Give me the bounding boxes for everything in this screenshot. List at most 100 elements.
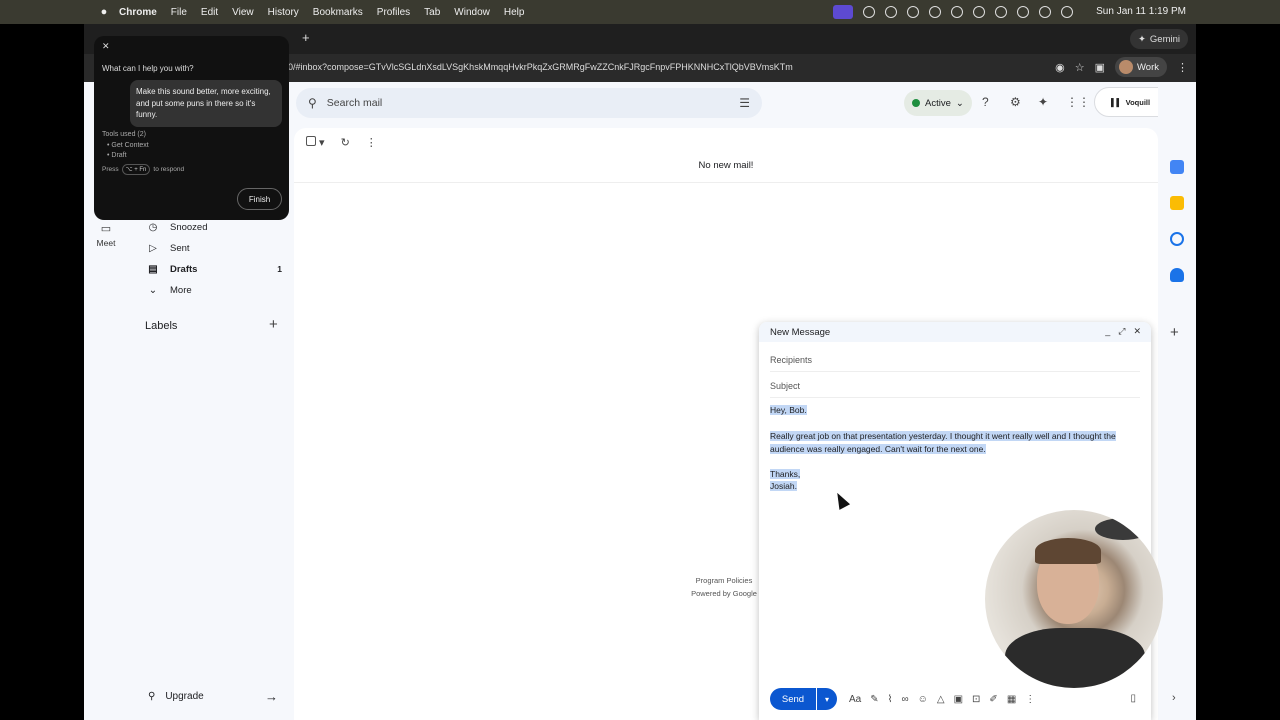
contacts-icon[interactable]: [1170, 268, 1184, 282]
search-input[interactable]: Search mail: [327, 97, 382, 109]
upgrade-button[interactable]: ⚲ Upgrade →: [148, 689, 278, 704]
badge-icon: ⚲: [148, 691, 156, 702]
menu-window[interactable]: Window: [454, 7, 490, 18]
tools-used: Tools used (2) • Get Context • Draft: [102, 130, 149, 162]
more-options-icon[interactable]: ⋮: [1025, 694, 1035, 705]
divider: [294, 182, 1158, 183]
screen: ● Chrome File Edit View History Bookmark…: [0, 0, 1280, 720]
upgrade-label: Upgrade: [165, 691, 204, 702]
emoji-icon[interactable]: ☺: [918, 694, 928, 705]
ceiling-lamp: [1095, 518, 1151, 540]
menu-help[interactable]: Help: [504, 7, 525, 18]
compose-header[interactable]: New Message _ ⤢ ✕: [759, 322, 1151, 342]
close-icon[interactable]: ✕: [1133, 326, 1141, 337]
gemini-button[interactable]: ✦ Gemini: [1129, 29, 1188, 49]
popup-question: What can I help you with?: [102, 64, 194, 73]
trash-icon[interactable]: ▯: [1130, 693, 1136, 704]
status-dot: [912, 99, 920, 107]
refresh-icon[interactable]: ↻: [341, 136, 350, 149]
account-brand: Voquill: [1125, 97, 1151, 107]
wifi-icon[interactable]: [1017, 6, 1029, 18]
add-label-icon[interactable]: +: [269, 316, 278, 333]
select-all-checkbox[interactable]: ▾: [306, 136, 325, 149]
menu-profiles[interactable]: Profiles: [377, 7, 410, 18]
compose-toolbar: Send ▾ Aa ✎ ⌇ ∞ ☺ △ ▣ ⊡ ✐ ▦ ⋮ ▯: [770, 688, 1142, 710]
sidebar-item-label: Sent: [170, 242, 190, 254]
eye-icon[interactable]: ◉: [1055, 61, 1065, 74]
clock-icon: ◷: [148, 221, 158, 233]
sidebar-item-more[interactable]: ⌄ More: [128, 280, 288, 300]
finish-button[interactable]: Finish: [237, 188, 282, 210]
attach-icon[interactable]: ⌇: [888, 694, 893, 705]
empty-inbox-message: No new mail!: [698, 160, 754, 171]
profile-chip[interactable]: Work: [1115, 57, 1167, 77]
url-text[interactable]: 0/#inbox?compose=GTvVlcSGLdnXsdLVSgKhskM…: [288, 62, 793, 72]
menu-edit[interactable]: Edit: [201, 7, 218, 18]
more-options-icon[interactable]: ⋮: [366, 136, 377, 149]
menu-view[interactable]: View: [232, 7, 254, 18]
help-icon[interactable]: ?: [982, 95, 989, 109]
send-button[interactable]: Send: [770, 688, 816, 710]
apple-icon[interactable]: ●: [97, 6, 111, 18]
tasks-icon[interactable]: [1170, 232, 1184, 246]
sidebar-item-drafts[interactable]: ▤ Drafts 1: [128, 259, 288, 279]
tools-used-label: Tools used (2): [102, 131, 146, 138]
chevron-right-icon[interactable]: ›: [1172, 692, 1176, 704]
send-options-button[interactable]: ▾: [817, 688, 837, 710]
image-icon[interactable]: ▣: [954, 694, 963, 705]
rail-meet[interactable]: ▭ Meet: [92, 222, 120, 248]
settings-gear-icon[interactable]: ⚙: [1010, 95, 1021, 109]
search-bar[interactable]: ⚲ Search mail ☰: [296, 88, 762, 118]
signature-icon[interactable]: ✐: [989, 694, 997, 705]
keep-icon[interactable]: [1170, 196, 1184, 210]
drive-icon[interactable]: △: [937, 694, 945, 705]
side-panel-icon[interactable]: ▣: [1095, 61, 1105, 74]
search-icon[interactable]: ⚲: [308, 96, 317, 110]
new-tab-icon[interactable]: +: [302, 30, 310, 45]
rail-meet-label: Meet: [96, 238, 116, 248]
status-chip[interactable]: Active ⌄: [904, 90, 972, 116]
layout-icon[interactable]: [929, 6, 941, 18]
gemini-sparkle-icon[interactable]: ✦: [1038, 95, 1048, 109]
chevron-down-icon: ⌄: [955, 97, 964, 109]
compose-title: New Message: [770, 327, 831, 338]
labels-heading: Labels: [145, 320, 178, 332]
sidebar-item-sent[interactable]: ▷ Sent: [128, 238, 288, 258]
menubar-clock[interactable]: Sun Jan 11 1:19 PM: [1096, 6, 1186, 17]
moon-icon[interactable]: [951, 6, 963, 18]
expand-icon[interactable]: ⤢: [1118, 326, 1125, 337]
control-center-icon[interactable]: [1061, 6, 1073, 18]
compose-body[interactable]: Hey, Bob. Really great job on that prese…: [770, 404, 1130, 493]
add-addon-icon[interactable]: +: [1170, 324, 1179, 341]
chrome-menu-icon[interactable]: ⋮: [1177, 61, 1188, 74]
search-options-icon[interactable]: ☰: [739, 96, 750, 110]
minimize-icon[interactable]: _: [1105, 326, 1110, 337]
tool-item: • Draft: [107, 152, 127, 159]
subject-field[interactable]: Subject: [770, 374, 1140, 398]
bookmark-star-icon[interactable]: ☆: [1075, 61, 1085, 74]
weather-icon[interactable]: [907, 6, 919, 18]
recipients-field[interactable]: Recipients: [770, 348, 1140, 372]
menu-bookmarks[interactable]: Bookmarks: [313, 7, 363, 18]
record-icon[interactable]: [973, 6, 985, 18]
apps-grid-icon[interactable]: ⋮⋮: [1066, 95, 1090, 109]
shortcut-key: ⌥ + Fn: [121, 164, 151, 175]
screen-record-icon[interactable]: [833, 5, 853, 19]
spotlight-icon[interactable]: [1039, 6, 1051, 18]
calendar-icon[interactable]: [1170, 160, 1184, 174]
lock-icon[interactable]: ⊡: [972, 694, 980, 705]
schedule-icon[interactable]: ▦: [1007, 694, 1016, 705]
pen-icon[interactable]: ✎: [870, 694, 878, 705]
battery-icon[interactable]: [995, 6, 1007, 18]
link-icon[interactable]: ∞: [902, 694, 909, 705]
menu-file[interactable]: File: [171, 7, 187, 18]
menu-chrome[interactable]: Chrome: [119, 7, 157, 18]
close-icon[interactable]: ✕: [102, 41, 110, 52]
format-text-icon[interactable]: Aa: [849, 694, 861, 705]
menu-tab[interactable]: Tab: [424, 7, 440, 18]
chat-icon[interactable]: [885, 6, 897, 18]
status-icon[interactable]: [863, 6, 875, 18]
send-icon: ▷: [149, 242, 157, 254]
menu-history[interactable]: History: [268, 7, 299, 18]
sidebar-item-snoozed[interactable]: ◷ Snoozed: [128, 217, 288, 237]
